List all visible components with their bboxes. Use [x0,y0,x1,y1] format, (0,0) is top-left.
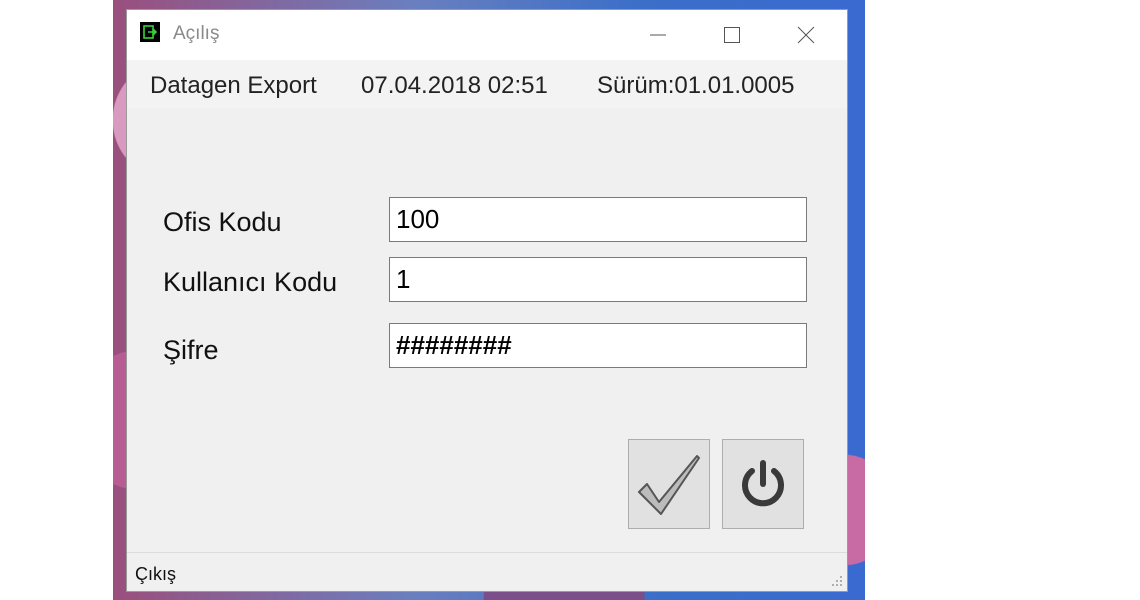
power-button[interactable] [722,439,804,529]
export-app-icon [140,22,160,42]
app-name: Datagen Export [150,72,317,99]
resize-grip-icon[interactable] [829,573,843,587]
datetime: 07.04.2018 02:51 [361,72,548,99]
maximize-button[interactable] [695,10,769,60]
login-window: Açılış Datagen Export 07.04.2018 02:51 S… [126,9,848,592]
confirm-button[interactable] [628,439,710,529]
office-code-input[interactable]: 100 [389,197,807,242]
close-button[interactable] [769,10,843,60]
version: Sürüm:01.01.0005 [597,72,795,99]
status-bar: Çıkış [127,552,847,591]
password-input[interactable]: ######## [389,323,807,368]
user-code-input[interactable]: 1 [389,257,807,302]
window-title: Açılış [173,23,220,44]
info-bar: Datagen Export 07.04.2018 02:51 Sürüm:01… [127,60,847,108]
user-code-label: Kullanıcı Kodu [163,267,338,297]
office-code-label: Ofis Kodu [163,207,282,237]
title-bar[interactable]: Açılış [127,10,847,60]
close-icon [797,26,815,44]
maximize-icon [724,27,740,43]
minimize-icon [650,34,666,36]
minimize-button[interactable] [621,10,695,60]
power-icon [742,460,784,507]
checkmark-icon [638,455,700,515]
password-label: Şifre [163,335,219,365]
status-text: Çıkış [135,564,177,584]
